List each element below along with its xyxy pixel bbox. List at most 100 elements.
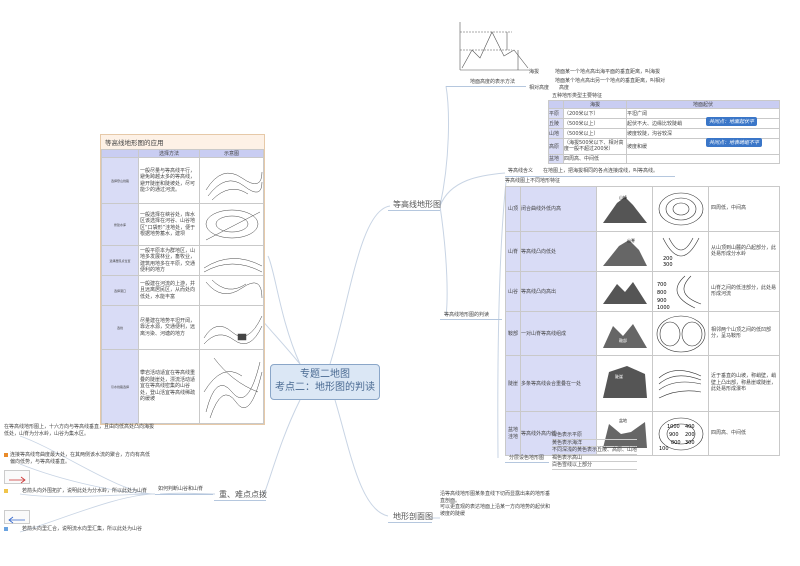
contour-value: 800 — [657, 290, 667, 296]
branch-key-points[interactable]: 重、难点点拨 — [219, 489, 267, 500]
landform-name: 山脊 — [505, 230, 521, 272]
terrain-altitude: （500米以上） — [563, 127, 627, 139]
key-point-text: 连接等高线弯曲度最大处，在其两侧该水流的聚合，方向有高低偏向低势，与等高线垂直。 — [10, 452, 151, 465]
applications-title: 等高线地形图的应用 — [105, 139, 164, 147]
application-name: 选择登山线路 — [101, 157, 139, 204]
bullet-icon — [4, 489, 8, 493]
common-point-badge-flat[interactable]: 共同点：地面起伏平 — [706, 117, 758, 126]
contour-value: 100 — [659, 446, 669, 452]
profile-line: 可以更直观的表达地面上沿某一方向地势的起伏和 — [440, 504, 551, 510]
terrain-name: 平原 — [548, 107, 564, 119]
peak-3d-figure: 山峰 — [596, 185, 653, 232]
arrow-diagram-inward — [4, 510, 30, 524]
terrain-name: 丘陵 — [548, 117, 564, 129]
application-map — [199, 245, 264, 276]
terrain-name: 山地 — [548, 127, 564, 139]
landform-note: 近于垂直的山坡，称峭壁，峭壁上凸出部，称悬崖或陡崖，此处易形成瀑布 — [708, 354, 780, 412]
terrain-relief: 坡度较陡，沟谷较深 — [626, 127, 780, 139]
table-row: 陡崖 多条等高线会合重叠在一处 陡崖 近于垂直的山坡，称峭壁，峭壁上凸出部，称悬… — [505, 354, 780, 412]
application-map — [199, 275, 264, 306]
landform-note: 相邻两个山顶之间的低凹部分，呈马鞍形 — [708, 310, 780, 356]
landform-name: 陡崖 — [505, 354, 521, 412]
valley-ridge-label: 如何判断山谷和山脊 — [158, 486, 204, 492]
table-row: 山谷 等高线凸向高出 700 800 900 1000 山脊之间的低洼部分，此处易形成… — [505, 270, 780, 312]
contour-value: 1000 — [667, 424, 680, 430]
landform-note: 山脊之间的低洼部分，此处易形成河流 — [708, 270, 780, 312]
cliff-contour-figure — [652, 354, 709, 412]
list-item: 黄色表示海洋 — [552, 440, 638, 447]
list-item: 不同深浅的黄色表示丘陵、高原、山地 — [552, 447, 638, 455]
key-point-text: 若箭头向里汇合，说明流水向里汇集，所以此处为山谷 — [22, 526, 143, 532]
terrain-relief — [626, 153, 780, 164]
landform-name: 山谷 — [505, 270, 521, 312]
valley-3d-figure — [596, 270, 653, 312]
table-row: 选线 尽量建在地势平坦开阔，靠近水源，交通便利，远离污染、河塘的地方 — [101, 305, 264, 350]
landform-feature: 多条等高线会合重叠在一处 — [520, 354, 597, 412]
contour-value: 300 — [663, 262, 673, 268]
peak-label: 山峰 — [619, 194, 627, 200]
height-methods-label: 地面高度的表示方法 — [470, 79, 516, 85]
header-altitude: 海拔 — [563, 99, 627, 109]
landform-note: 四周高、中间低 — [708, 410, 780, 456]
table-row: 山脊 等高线凸向低处 山脊 200 300 从山顶到山麓的凸起部分，此处易形成分水… — [505, 230, 780, 272]
application-map — [199, 203, 264, 246]
table-row: 山顶 闭合曲线外低内高 山峰 四周低，中间高 — [505, 185, 780, 232]
landform-feature: 闭合曲线外低内高 — [520, 185, 597, 232]
terrain-name: 盆地 — [548, 153, 564, 164]
landform-name: 山顶 — [505, 185, 521, 232]
list-item: 褐色表示高山 — [552, 455, 638, 462]
terrain-altitude: 四周高、中间低 — [563, 153, 627, 164]
profile-line: 坡度的陡缓 — [440, 510, 466, 517]
key-point-1: 在等高线地形图上，十六方向与等高线垂直，且由向低高处凸向海拔低处，山脊为分水岭，… — [4, 424, 154, 437]
table-row: 修建水库 一般选择在峡谷处，库水区该选择在河谷、山谷地区“口袋形”洼地处，便于根… — [101, 203, 264, 246]
table-row: 山地 （500米以上） 坡度较陡，沟谷较深 — [548, 127, 780, 139]
branch-contour-map[interactable]: 等高线地形图 — [393, 199, 441, 210]
application-method: 一般选择在峡谷处，库水区该选择在河谷、山谷地区“口袋形”洼地处，便于根据地势蓄水… — [138, 203, 200, 246]
ridge-3d-figure: 山脊 — [596, 230, 653, 272]
key-point-text: 若箭头向外围拓扩，说明此处为分水岭，所以此处为山脊 — [22, 488, 148, 494]
layered-color-list: 绿色表示平原 黄色表示海洋 不同深浅的黄色表示丘陵、高原、山地 褐色表示高山 白… — [552, 432, 638, 470]
key-point-text: 在等高线地形图上，十六方向与等高线垂直，且由向低高处凸向海拔低处，山脊为分水岭，… — [4, 424, 155, 437]
table-row: 鞍部 一对山脊等高线组成 鞍部 相邻两个山顶之间的低凹部分，呈马鞍形 — [505, 310, 780, 356]
application-method: 攀岩活动适宜在等高线重叠的陡崖处，漂流活动适宜在等高线密集的山谷处，登山活宜等高… — [138, 349, 200, 424]
contour-value: 1000 — [657, 305, 670, 310]
ridge-label: 山脊 — [627, 237, 635, 243]
peak-contour-figure — [652, 185, 709, 232]
center-topic[interactable]: 专题二地图 考点二：地形图的判读 — [270, 364, 380, 400]
landform-name: 鞍部 — [505, 310, 521, 356]
key-point-valley: 若箭头向里汇合，说明流水向里汇集，所以此处为山谷 — [4, 526, 154, 533]
branch-profile[interactable]: 地形剖面图 — [393, 511, 433, 522]
common-point-badge-rugged[interactable]: 共同点：地表崎岖不平 — [706, 138, 763, 147]
table-row: 引水线路选择 攀岩活动适宜在等高线重叠的陡崖处，漂流活动适宜在等高线密集的山谷处… — [101, 349, 264, 424]
bullet-icon — [4, 453, 8, 457]
application-method: 一般尽量与等高线平行，避免跨越太多的等高线，避开陡崖和陡坡处，尽可能少的通过河流… — [138, 157, 200, 204]
key-point-2: 连接等高线弯曲度最大处，在其两侧该水流的聚合，方向有高低偏向低势，与等高线垂直。 — [4, 452, 154, 465]
saddle-label: 鞍部 — [619, 337, 627, 343]
applications-table: 选择方法 示意图 选择登山线路 一般尽量与等高线平行，避免跨越太多的等高线，避开… — [101, 149, 264, 424]
table-row: 选择居民点位置 一般平原本为群地区，山地多发展林业，畜牧业，建筑用地多在平原，交… — [101, 245, 264, 276]
landform-block: 等高线图上不同地形特征 山顶 闭合曲线外低内高 山峰 四周低，中间高 山脊 等高… — [505, 178, 780, 456]
saddle-3d-figure: 鞍部 — [596, 310, 653, 356]
application-method: 一般平原本为群地区，山地多发展林业，畜牧业，建筑用地多在平原，交通便利的地方 — [138, 245, 200, 276]
application-name: 修建水库 — [101, 203, 139, 246]
landform-note: 四周低，中间高 — [708, 185, 780, 232]
contour-value: 400 — [685, 424, 695, 430]
basin-label: 盆地 — [619, 417, 627, 423]
landform-note: 从山顶到山麓的凸起部分，此处易形成分水岭 — [708, 230, 780, 272]
valley-contour-figure: 700 800 900 1000 — [652, 270, 709, 312]
terrain-types-block: 五种地形类型主要特征 海拔 地面起伏 平原 （200米以下） 平坦广阔 丘陵 （… — [548, 93, 780, 164]
contour-value: 700 — [657, 282, 667, 288]
landform-feature: 一对山脊等高线组成 — [520, 310, 597, 356]
list-item: 绿色表示平原 — [552, 432, 638, 440]
profile-line: 沿等高线地形图某条直线下切而显露出来的地形垂 — [440, 491, 551, 497]
layered-color-label: 分层设色地形图 — [509, 455, 545, 461]
altitude-definition: 地面某一个地点高出海平面的垂直距离，叫海拔 — [555, 69, 661, 75]
contour-value: 900 — [657, 298, 667, 304]
saddle-contour-figure — [652, 310, 709, 356]
bullet-icon — [4, 527, 8, 531]
terrain-name: 高原 — [548, 137, 564, 155]
cliff-label: 陡崖 — [615, 373, 623, 379]
table-row: 盆地 四周高、中间低 — [548, 153, 780, 164]
center-subtitle: 考点二：地形图的判读 — [275, 382, 375, 393]
contour-value: 800 — [671, 440, 681, 446]
